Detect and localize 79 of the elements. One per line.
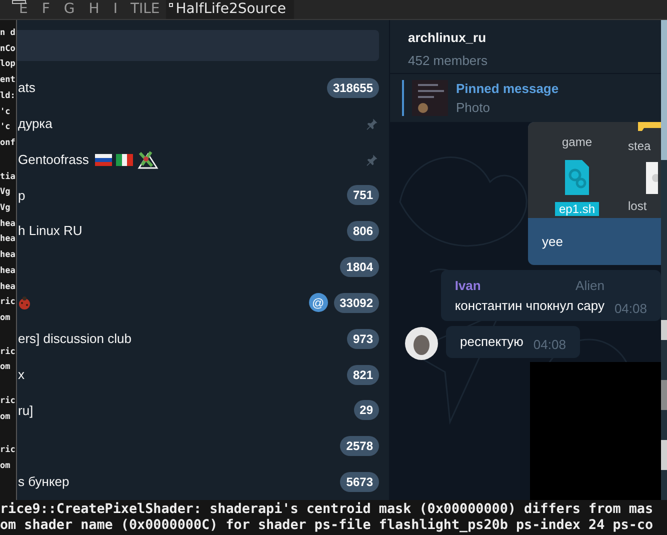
terminal-line: om shader name (0x0000000C) for shader ps-file flashlight_ps20b ps-index 24 ps-co bbox=[0, 518, 654, 534]
terminal-line: Vg bbox=[0, 186, 12, 200]
chat-name[interactable]: ru] bbox=[18, 400, 34, 420]
member-count: 452 members bbox=[408, 52, 488, 70]
unread-count: 806 bbox=[346, 221, 379, 242]
terminal-line: om bbox=[0, 361, 12, 374]
terminal-line: rice9::CreatePixelShader: shaderapi's centroid mask (0x00000000) differs from mas bbox=[0, 502, 654, 518]
workspace-tag[interactable]: F bbox=[34, 0, 57, 19]
terminal-line: ric bbox=[0, 395, 16, 408]
pin-icon bbox=[365, 152, 379, 167]
workspace-tag[interactable]: I bbox=[106, 0, 124, 19]
terminal-line: lop bbox=[0, 58, 16, 72]
terminal-line: 'c bbox=[0, 121, 12, 134]
terminal-line: hea bbox=[0, 233, 16, 246]
workspace-tag[interactable]: G bbox=[56, 0, 82, 19]
chat-name[interactable]: x bbox=[18, 364, 24, 384]
unread-count: 5673 bbox=[340, 472, 379, 492]
pin-icon bbox=[365, 116, 379, 131]
workspace-tag[interactable]: H bbox=[82, 0, 106, 19]
chat-name[interactable]: p bbox=[18, 186, 26, 206]
terminal-line: ent bbox=[0, 74, 16, 88]
message-text: респектую bbox=[460, 333, 524, 351]
flag-icon bbox=[116, 154, 133, 166]
layout-indicator[interactable]: TILE bbox=[124, 0, 166, 20]
thumbnail bbox=[412, 80, 448, 116]
document-icon bbox=[646, 162, 658, 194]
unread-count: 2578 bbox=[340, 436, 379, 456]
chat-name[interactable]: дурка bbox=[18, 114, 52, 134]
terminal-line: om bbox=[0, 410, 12, 424]
terminal-line: hea bbox=[0, 249, 16, 262]
unread-count: 751 bbox=[346, 185, 379, 206]
chat-name[interactable]: ers] discussion club bbox=[18, 328, 132, 348]
sender-name[interactable]: Ivan bbox=[454, 276, 481, 296]
terminal-line: hea bbox=[0, 218, 16, 231]
terminal-line: hea bbox=[0, 264, 16, 278]
flag-icon bbox=[94, 154, 112, 166]
chat-name[interactable]: ats bbox=[18, 78, 36, 98]
file-name[interactable]: stea bbox=[624, 139, 655, 153]
terminal-line: nCo bbox=[0, 42, 16, 56]
crossed-warning-icon bbox=[136, 150, 159, 169]
message-text: константин чпокнул сару bbox=[454, 296, 604, 315]
unread-count: 29 bbox=[354, 400, 379, 420]
file-name[interactable]: lost bbox=[624, 199, 651, 213]
terminal-line: n d bbox=[0, 27, 16, 40]
unread-count: 821 bbox=[346, 364, 379, 385]
unread-count: 33092 bbox=[334, 292, 379, 313]
unread-count: 1804 bbox=[340, 257, 379, 278]
mention-badge: @ bbox=[308, 293, 328, 312]
window-indicator-icon bbox=[168, 3, 173, 7]
gear-file-icon bbox=[565, 160, 589, 195]
pinned-preview: Photo bbox=[456, 99, 491, 117]
terminal-line: ld: bbox=[0, 90, 16, 103]
terminal-line: tia bbox=[0, 170, 16, 184]
ladybug-icon bbox=[18, 296, 31, 310]
member-title: Alien bbox=[576, 277, 604, 295]
message-text: yee bbox=[542, 232, 563, 251]
terminal-line: ric bbox=[0, 444, 16, 458]
terminal-line: hea bbox=[0, 280, 16, 294]
terminal-line: 'c bbox=[0, 106, 12, 119]
unread-count: 318655 bbox=[326, 78, 379, 98]
terminal-line: Vg bbox=[0, 202, 12, 216]
pinned-bar[interactable]: Pinned message Photo bbox=[390, 73, 661, 122]
terminal-line: onf bbox=[0, 136, 16, 150]
terminal-line: ric bbox=[0, 346, 16, 359]
message-time: 04:08 bbox=[614, 300, 647, 318]
chat-name[interactable]: s бункер bbox=[18, 472, 70, 492]
unread-count: 973 bbox=[346, 328, 379, 349]
terminal-line: om bbox=[0, 460, 12, 474]
window-title: HalfLife2Source bbox=[176, 0, 286, 19]
search-field[interactable] bbox=[17, 30, 379, 61]
chat-title: archlinux_ru bbox=[408, 29, 488, 47]
chat-name[interactable]: h Linux RU bbox=[18, 221, 82, 241]
message-time: 04:08 bbox=[533, 336, 566, 354]
file-name[interactable]: game bbox=[558, 135, 596, 149]
avatar bbox=[405, 326, 438, 360]
pinned-label: Pinned message bbox=[456, 80, 559, 98]
chat-name[interactable]: Gentoofrass bbox=[18, 150, 89, 170]
terminal-line: om bbox=[0, 312, 12, 325]
terminal-line: ric bbox=[0, 296, 16, 310]
